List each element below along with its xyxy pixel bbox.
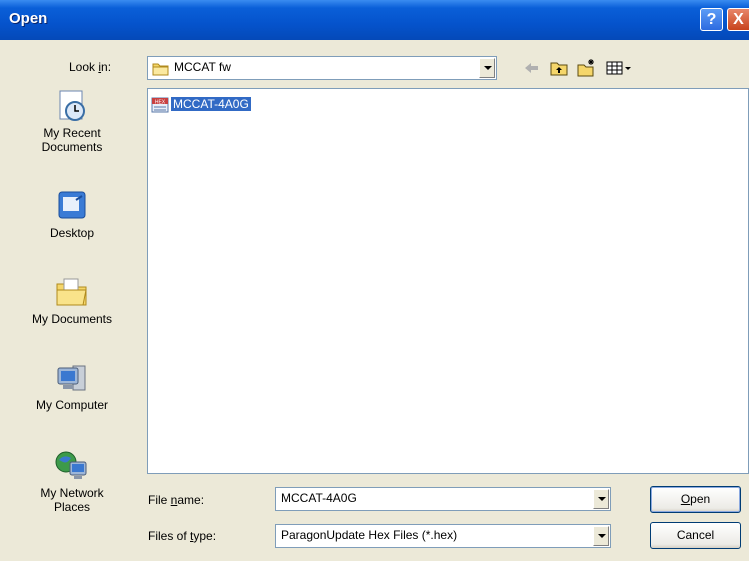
place-my-recent-documents[interactable]: My Recent Documents [4,88,140,154]
folder-icon [152,63,169,76]
back-arrow-icon[interactable] [521,58,541,78]
svg-text:HEX: HEX [155,100,166,106]
my-computer-icon [57,365,86,391]
file-type-select[interactable]: ParagonUpdate Hex Files (*.hex) [275,524,611,548]
place-label-line2: Documents [41,140,103,154]
look-in-dropdown-arrow[interactable] [479,58,495,78]
place-label-line1: My Documents [31,312,113,326]
file-name-label: MCCAT-4A0G [171,97,251,111]
network-places-icon [55,451,87,479]
place-label-line1: My Network [40,486,104,500]
file-list[interactable]: HEX MCCAT-4A0G [147,88,749,474]
recent-documents-icon [59,90,85,121]
title-bar: Open ? X [0,0,749,40]
file-name-label: File name: [148,493,205,507]
place-desktop[interactable]: Desktop [4,188,140,240]
new-folder-icon[interactable] [576,58,596,78]
look-in-label: Look in: [69,60,112,74]
up-folder-icon[interactable] [549,58,569,78]
look-in-value: MCCAT fw [174,60,231,74]
cancel-button[interactable]: Cancel [650,522,741,549]
desktop-icon [58,191,86,219]
dialog-title: Open [9,10,48,27]
places-bar: My Recent Documents Desktop My Documents [4,88,140,548]
views-menu-icon[interactable] [605,58,635,78]
file-name-dropdown-arrow[interactable] [593,489,609,509]
file-type-value: ParagonUpdate Hex Files (*.hex) [281,528,458,542]
help-button[interactable]: ? [700,8,723,31]
place-my-network-places[interactable]: My Network Places [4,448,140,514]
close-button[interactable]: X [727,8,749,31]
hex-file-icon: HEX [151,97,169,113]
place-label-line1: My Computer [35,398,109,412]
place-my-computer[interactable]: My Computer [4,360,140,412]
place-label-line1: Desktop [49,226,95,240]
look-in-combo[interactable]: MCCAT fw [147,56,497,80]
my-documents-icon [56,278,87,306]
file-name-value: MCCAT-4A0G [281,491,357,505]
open-button[interactable]: Open [650,486,741,513]
place-label-line1: My Recent [43,126,101,140]
file-name-input[interactable]: MCCAT-4A0G [275,487,611,511]
open-dialog: Open ? X Look in: MCCAT fw My Recent Doc… [0,0,749,561]
file-type-dropdown-arrow[interactable] [593,526,609,546]
place-label-line2: Places [53,500,91,514]
file-type-label: Files of type: [148,529,217,543]
place-my-documents[interactable]: My Documents [4,274,140,326]
